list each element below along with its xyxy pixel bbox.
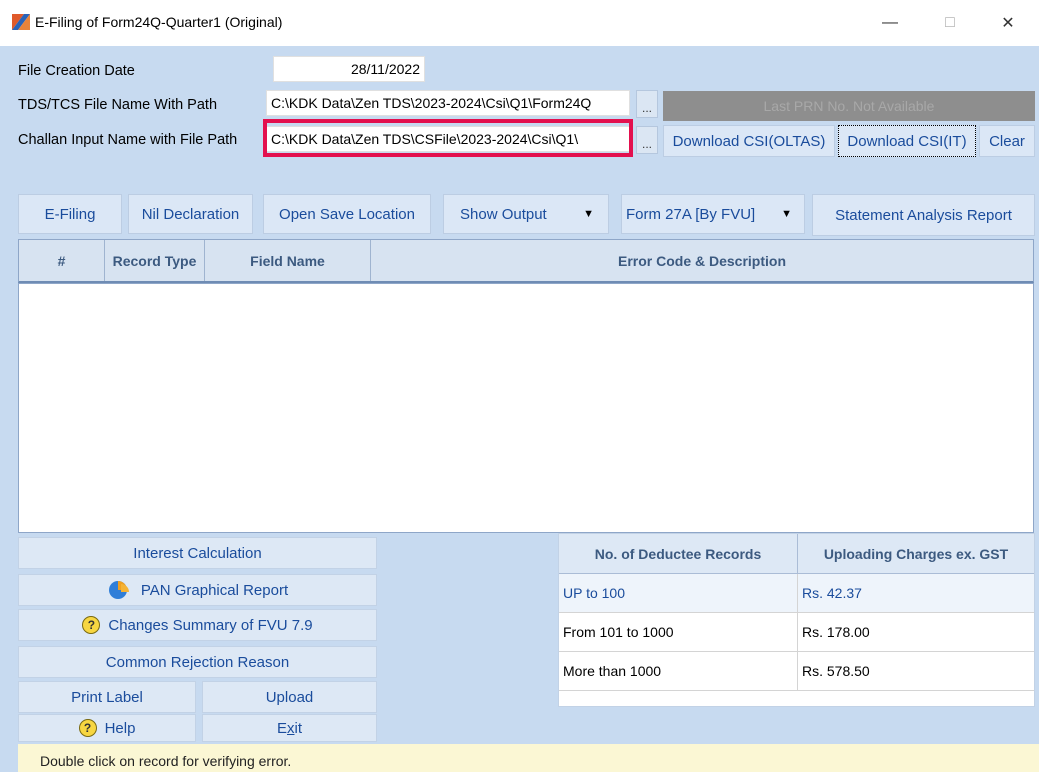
upload-label: Upload <box>265 688 314 706</box>
download-csi-it-button[interactable]: Download CSI(IT) <box>838 125 976 157</box>
last-prn-status: Last PRN No. Not Available <box>663 91 1035 121</box>
open-save-location-button[interactable]: Open Save Location <box>263 194 431 234</box>
common-rejection-reason-button[interactable]: Common Rejection Reason <box>18 646 377 678</box>
nil-declaration-button[interactable]: Nil Declaration <box>128 194 253 234</box>
window-title: E-Filing of Form24Q-Quarter1 (Original) <box>35 14 283 30</box>
uploading-charges-table: No. of Deductee Records Uploading Charge… <box>558 533 1035 707</box>
efiling-button[interactable]: E-Filing <box>18 194 122 234</box>
chevron-down-icon: ▼ <box>583 208 594 220</box>
charges-row[interactable]: From 101 to 1000 Rs. 178.00 <box>559 613 1034 652</box>
interest-calculation-label: Interest Calculation <box>133 544 262 562</box>
charges-table-header: No. of Deductee Records Uploading Charge… <box>559 534 1034 574</box>
changes-summary-label: Changes Summary of FVU 7.9 <box>108 616 313 634</box>
grid-column-number[interactable]: # <box>19 240 105 281</box>
app-icon <box>12 14 30 30</box>
minimize-button[interactable]: — <box>870 8 910 38</box>
charges-range-cell: From 101 to 1000 <box>559 613 798 651</box>
grid-column-error-code[interactable]: Error Code & Description <box>371 240 1033 281</box>
file-creation-date-field[interactable]: 28/11/2022 <box>273 56 425 82</box>
show-output-dropdown[interactable]: Show Output ▼ <box>443 194 609 234</box>
tds-file-path-label: TDS/TCS File Name With Path <box>18 97 218 113</box>
statement-analysis-report-button[interactable]: Statement Analysis Report <box>812 194 1035 236</box>
deductee-records-header: No. of Deductee Records <box>559 534 798 573</box>
exit-label: Exit <box>276 719 302 737</box>
charges-row[interactable]: More than 1000 Rs. 578.50 <box>559 652 1034 691</box>
maximize-button[interactable]: □ <box>930 8 970 38</box>
changes-summary-button[interactable]: ? Changes Summary of FVU 7.9 <box>18 609 377 641</box>
form27a-dropdown[interactable]: Form 27A [By FVU] ▼ <box>621 194 805 234</box>
client-area: File Creation Date 28/11/2022 TDS/TCS Fi… <box>0 46 1039 772</box>
help-label: Help <box>104 719 136 737</box>
error-grid-header: # Record Type Field Name Error Code & De… <box>18 239 1034 283</box>
title-bar: E-Filing of Form24Q-Quarter1 (Original) … <box>0 0 1039 46</box>
pan-graphical-report-button[interactable]: PAN Graphical Report <box>18 574 377 606</box>
form27a-label: Form 27A [By FVU] <box>626 205 756 223</box>
help-icon: ? <box>78 719 97 737</box>
tds-file-path-field[interactable]: C:\KDK Data\Zen TDS\2023-2024\Csi\Q1\For… <box>266 90 630 116</box>
tds-browse-button[interactable]: ... <box>636 90 658 118</box>
charges-amount-cell: Rs. 578.50 <box>802 663 870 679</box>
pan-graphical-report-label: PAN Graphical Report <box>140 581 289 599</box>
exit-button[interactable]: Exit <box>202 714 377 742</box>
download-csi-oltas-button[interactable]: Download CSI(OLTAS) <box>663 125 835 157</box>
pie-chart-icon <box>108 581 129 599</box>
help-button[interactable]: ? Help <box>18 714 196 742</box>
close-button[interactable]: ✕ <box>988 8 1028 38</box>
charges-amount-cell: Rs. 42.37 <box>802 585 862 601</box>
show-output-label: Show Output <box>460 205 547 223</box>
charges-range-cell: UP to 100 <box>559 574 798 612</box>
challan-path-field[interactable]: C:\KDK Data\Zen TDS\CSFile\2023-2024\Csi… <box>266 126 630 152</box>
grid-column-field-name[interactable]: Field Name <box>205 240 371 281</box>
help-icon: ? <box>82 616 101 634</box>
uploading-charges-header: Uploading Charges ex. GST <box>823 545 1009 562</box>
challan-browse-button[interactable]: ... <box>636 126 658 154</box>
chevron-down-icon: ▼ <box>781 208 792 220</box>
print-label-button[interactable]: Print Label <box>18 681 196 713</box>
grid-column-record-type[interactable]: Record Type <box>105 240 205 281</box>
charges-row[interactable]: UP to 100 Rs. 42.37 <box>559 574 1034 613</box>
upload-button[interactable]: Upload <box>202 681 377 713</box>
status-bar: Double click on record for verifying err… <box>18 744 1039 772</box>
error-grid-body[interactable] <box>18 283 1034 533</box>
clear-button[interactable]: Clear <box>979 125 1035 157</box>
charges-range-cell: More than 1000 <box>559 652 798 690</box>
print-label-text: Print Label <box>71 688 143 706</box>
common-rejection-reason-label: Common Rejection Reason <box>105 653 290 671</box>
interest-calculation-button[interactable]: Interest Calculation <box>18 537 377 569</box>
file-creation-date-label: File Creation Date <box>18 63 135 79</box>
charges-amount-cell: Rs. 178.00 <box>802 624 870 640</box>
challan-path-label: Challan Input Name with File Path <box>18 132 238 148</box>
